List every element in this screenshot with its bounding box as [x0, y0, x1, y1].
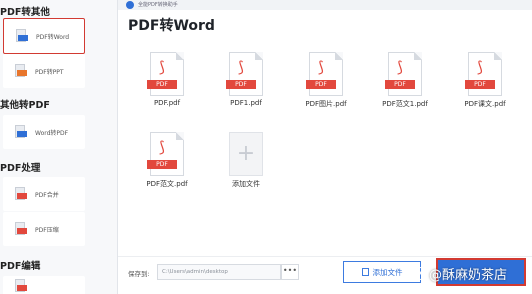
file-item[interactable]: ⟆ PDF PDF.pdf — [135, 52, 199, 114]
pdf-edit-icon — [15, 279, 27, 293]
sidebar: PDF转其他 PDF转Word PDF转PPT 其他转PDF Word转PDF … — [0, 0, 118, 294]
sidebar-item-pdf-to-word[interactable]: PDF转Word — [3, 18, 85, 54]
pdf-to-ppt-icon — [15, 64, 27, 78]
page-title: PDF转Word — [128, 18, 215, 34]
sidebar-item-label: PDF压缩 — [35, 226, 59, 234]
pdf-to-word-icon — [16, 29, 28, 43]
add-file-button[interactable]: 添加文件 — [343, 261, 421, 283]
app-name: 全能PDF转换助手 — [138, 2, 178, 8]
sidebar-item-label: PDF合并 — [35, 191, 59, 199]
sidebar-item-pdf-to-ppt[interactable]: PDF转PPT — [3, 54, 85, 88]
sidebar-item-word-to-pdf[interactable]: Word转PDF — [3, 115, 85, 149]
file-name: PDF范文.pdf — [146, 180, 188, 188]
file-name: PDF课文.pdf — [464, 100, 506, 108]
pdf-file-icon: ⟆ PDF — [147, 52, 184, 96]
pdf-badge: PDF — [226, 80, 256, 89]
add-file-tile-label: 添加文件 — [232, 180, 260, 188]
pdf-file-icon: ⟆ PDF — [465, 52, 502, 96]
sidebar-item-label: PDF转Word — [36, 33, 70, 41]
section-title-pdf-processing: PDF处理 — [0, 163, 41, 174]
file-name: PDF1.pdf — [230, 99, 262, 107]
watermark-text: @酥麻奶茶店 — [429, 268, 508, 283]
file-name: PDF.pdf — [153, 99, 181, 107]
word-to-pdf-icon — [15, 125, 27, 139]
file-item[interactable]: ⟆ PDF PDF范文.pdf — [135, 132, 199, 194]
sidebar-item-pdf-merge[interactable]: PDF合并 — [3, 177, 85, 211]
file-item[interactable]: ⟆ PDF PDF1.pdf — [214, 52, 278, 114]
sidebar-item-label: PDF转PPT — [35, 68, 64, 76]
pdf-file-icon: ⟆ PDF — [226, 52, 263, 96]
pdf-badge: PDF — [385, 80, 415, 89]
watermark: @酥麻奶茶店 — [413, 264, 507, 283]
file-name: PDF图片.pdf — [305, 100, 347, 108]
file-item[interactable]: ⟆ PDF PDF范文1.pdf — [373, 52, 437, 114]
plus-icon: + — [236, 141, 256, 166]
section-title-pdf-edit: PDF编辑 — [0, 261, 41, 272]
pdf-badge: PDF — [306, 80, 336, 89]
save-path-input[interactable] — [157, 264, 281, 280]
pdf-badge: PDF — [465, 80, 495, 89]
pdf-file-icon: ⟆ PDF — [385, 52, 422, 96]
section-title-other-to-pdf: 其他转PDF — [0, 100, 50, 111]
save-to-label: 保存到: — [128, 270, 150, 278]
pdf-file-icon: ⟆ PDF — [147, 132, 184, 176]
pdf-badge: PDF — [147, 160, 177, 169]
pdf-file-icon: ⟆ PDF — [306, 52, 343, 96]
add-file-tile[interactable]: + 添加文件 — [214, 132, 278, 194]
section-title-pdf-to-other: PDF转其他 — [0, 7, 50, 18]
browse-button[interactable]: ••• — [281, 264, 299, 280]
pdf-compress-icon — [15, 222, 27, 236]
sidebar-item-label: Word转PDF — [35, 129, 69, 137]
file-item[interactable]: ⟆ PDF PDF图片.pdf — [294, 52, 358, 114]
sidebar-item-partial[interactable] — [3, 276, 85, 294]
file-item[interactable]: ⟆ PDF PDF课文.pdf — [453, 52, 517, 114]
add-file-icon — [361, 268, 369, 276]
add-file-placeholder: + — [229, 132, 263, 176]
title-bar: 全能PDF转换助手 — [118, 0, 532, 10]
watermark-logo-icon — [413, 267, 426, 280]
sidebar-item-pdf-compress[interactable]: PDF压缩 — [3, 212, 85, 246]
file-name: PDF范文1.pdf — [382, 100, 428, 108]
app-logo-icon — [126, 1, 134, 9]
add-file-button-label: 添加文件 — [372, 267, 403, 277]
pdf-badge: PDF — [147, 80, 177, 89]
pdf-merge-icon — [15, 187, 27, 201]
